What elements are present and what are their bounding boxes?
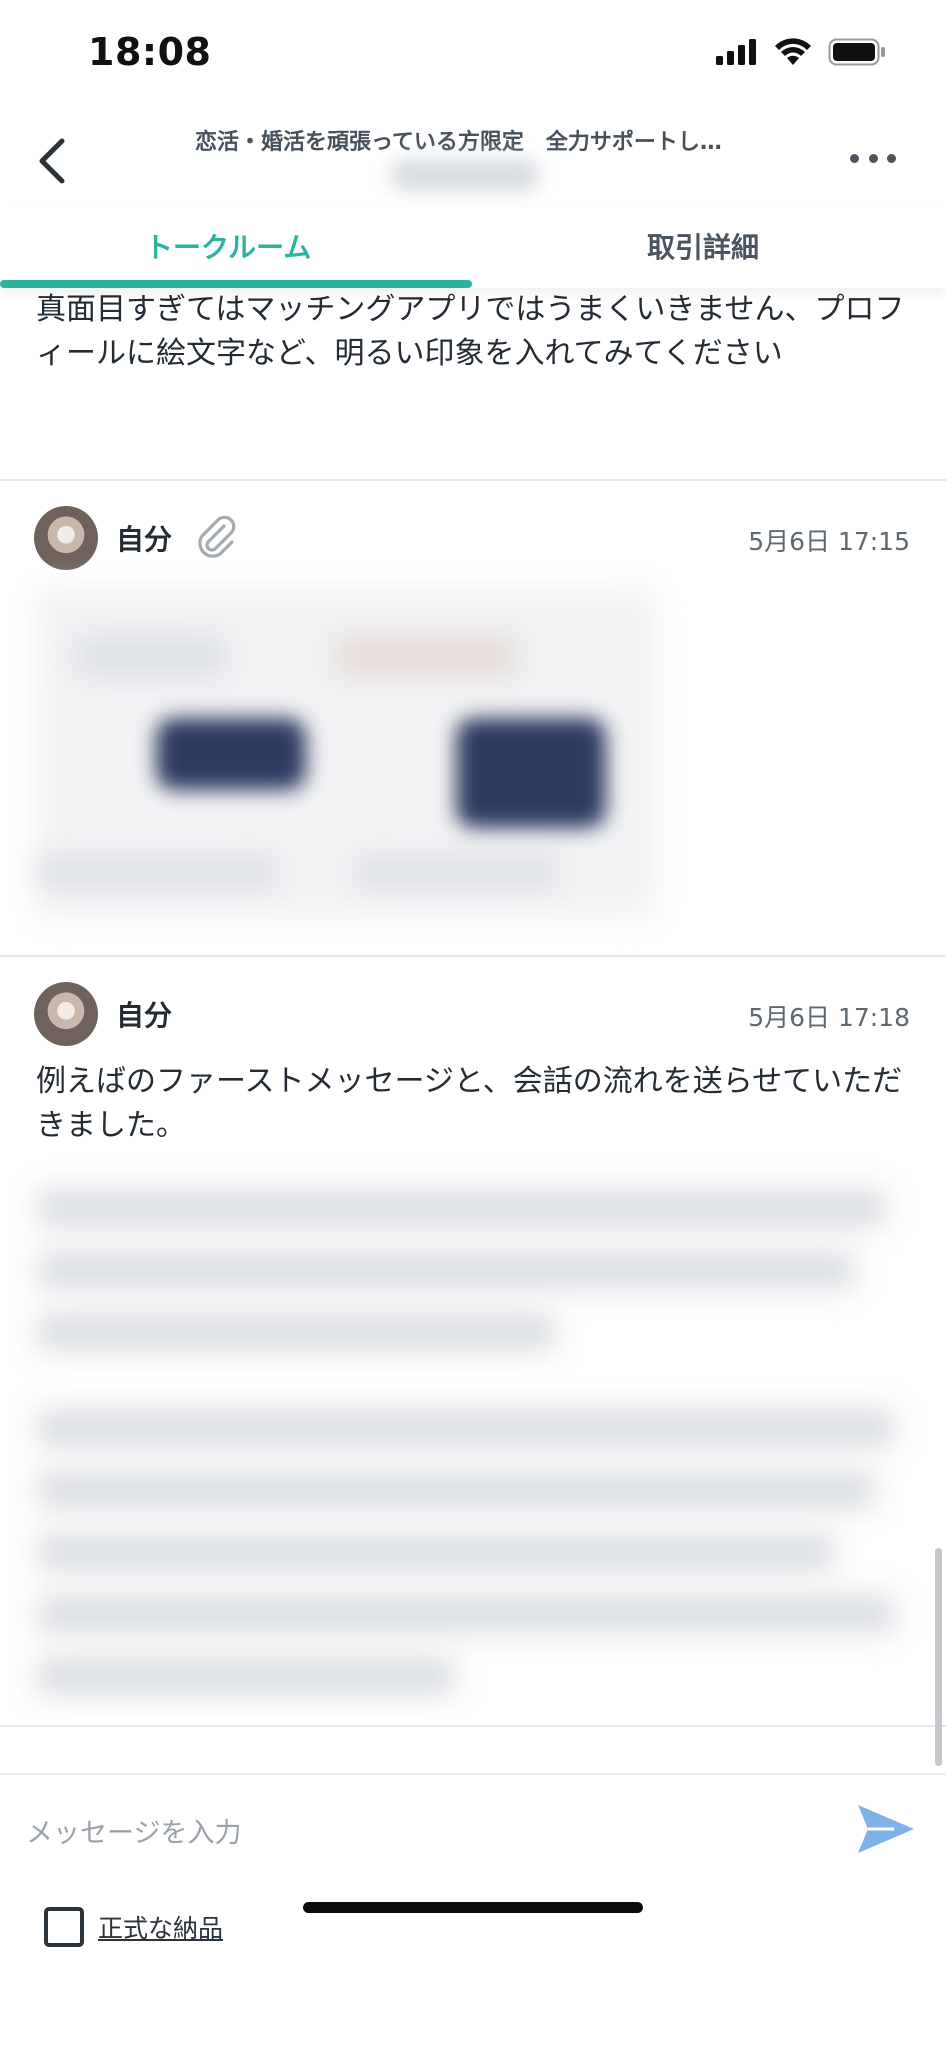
message-timestamp: 5月6日 17:15: [748, 527, 910, 556]
message-input[interactable]: [26, 1803, 826, 1863]
message-header: 自分 5月6日 17:15: [34, 506, 910, 570]
message-timestamp: 5月6日 17:18: [748, 1003, 910, 1032]
message-list[interactable]: 真面目すぎてはマッチングアプリではうまくいきません、プロフィールに絵文字など、明…: [0, 288, 946, 1773]
sender-name: 自分: [116, 999, 173, 1032]
more-horizontal-icon: [850, 153, 859, 163]
more-options-button[interactable]: [850, 144, 896, 172]
avatar[interactable]: [34, 506, 98, 570]
home-indicator: [303, 1902, 643, 1913]
message-divider: [0, 1725, 946, 1727]
tab-bar: トークルーム 取引詳細: [0, 208, 946, 288]
tab-transaction-details[interactable]: 取引詳細: [647, 226, 759, 266]
paperclip-icon[interactable]: [194, 514, 240, 560]
battery-icon: [828, 38, 885, 66]
formal-delivery-option[interactable]: 正式な納品: [44, 1905, 223, 1949]
avatar[interactable]: [34, 982, 98, 1046]
status-icons: [716, 38, 886, 66]
chevron-left-icon: [39, 138, 65, 184]
scrollbar[interactable]: [935, 1548, 942, 1766]
message-divider: [0, 955, 946, 957]
message-text: 例えばのファーストメッセージと、会話の流れを送らせていただきました。: [36, 1064, 903, 1143]
page-title: 恋活・婚活を頑張っている方限定 全力サポートし…: [195, 130, 722, 155]
wifi-icon: [775, 38, 811, 65]
back-button[interactable]: [22, 126, 82, 196]
tab-talk-room[interactable]: トークルーム: [145, 226, 311, 266]
formal-delivery-checkbox[interactable]: [44, 1907, 84, 1947]
blurred-message-content: [36, 1188, 906, 1708]
navigation-bar: 恋活・婚活を頑張っている方限定 全力サポートし…: [0, 108, 946, 208]
sender-name: 自分: [116, 523, 173, 556]
attachment-image[interactable]: [36, 588, 656, 918]
message-text: 真面目すぎてはマッチングアプリではうまくいきません、プロフィールに絵文字など、明…: [36, 292, 905, 371]
active-tab-indicator: [0, 280, 472, 288]
message-header: 自分 5月6日 17:18: [34, 982, 910, 1046]
status-bar: 18:08: [0, 0, 946, 108]
blurred-subtitle: [390, 158, 540, 192]
cellular-signal-icon: [716, 39, 756, 65]
status-time: 18:08: [88, 30, 212, 74]
formal-delivery-label[interactable]: 正式な納品: [98, 1909, 223, 1945]
send-icon[interactable]: [854, 1797, 918, 1861]
message-divider: [0, 479, 946, 481]
